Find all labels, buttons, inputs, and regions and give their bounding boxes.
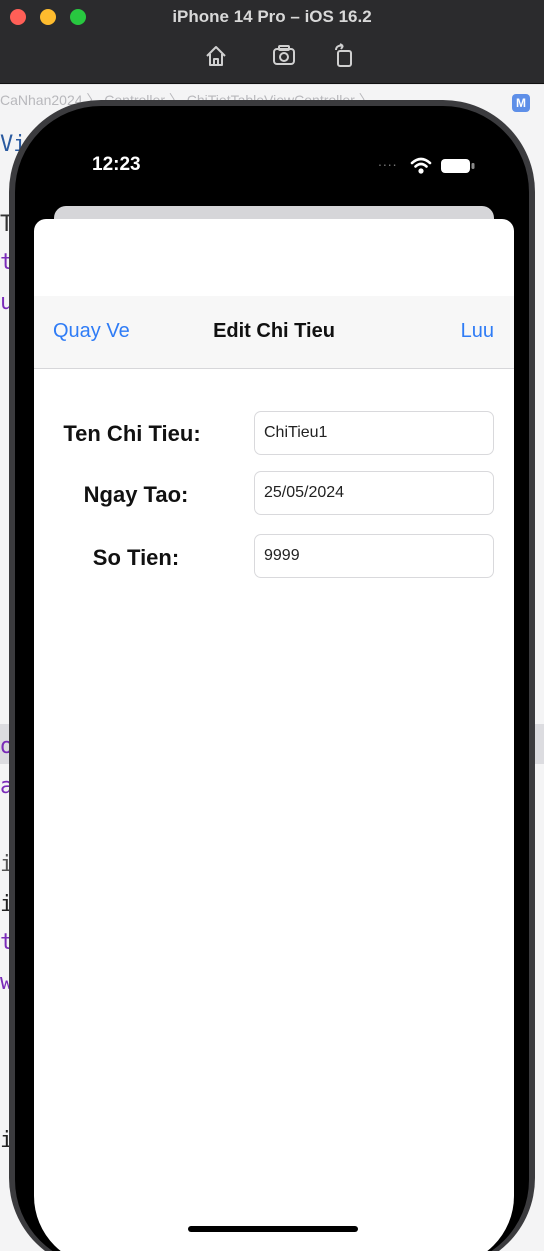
edit-sheet: Quay Ve Edit Chi Tieu Luu Ten Chi Tieu: …	[34, 219, 514, 1251]
simulator-titlebar: iPhone 14 Pro – iOS 16.2	[0, 0, 544, 84]
date-label: Ngay Tao:	[83, 482, 189, 507]
save-button[interactable]: Luu	[461, 320, 494, 343]
home-icon[interactable]	[202, 42, 230, 70]
rotate-icon[interactable]	[330, 42, 358, 70]
name-label: Ten Chi Tieu:	[63, 421, 201, 446]
amount-label: So Tien:	[92, 545, 180, 570]
simulator-screen: iPhone 14 Pro – iOS 16.2 CaNhan2024 〉 Co…	[0, 0, 544, 1251]
page-title: Edit Chi Tieu	[213, 320, 335, 342]
status-icons: ....	[378, 153, 478, 177]
simulator-toolbar	[0, 42, 544, 72]
name-field[interactable]: ChiTieu1	[254, 411, 494, 455]
navigation-bar: Quay Ve Edit Chi Tieu Luu	[34, 296, 514, 369]
file-badge: M	[512, 94, 530, 112]
amount-field[interactable]: 9999	[254, 534, 494, 578]
date-field[interactable]: 25/05/2024	[254, 471, 494, 515]
wifi-icon	[410, 157, 432, 174]
signal-icon: ....	[378, 153, 398, 169]
screenshot-icon[interactable]	[270, 42, 298, 70]
home-indicator[interactable]	[188, 1226, 358, 1232]
window-title: iPhone 14 Pro – iOS 16.2	[172, 7, 372, 26]
battery-icon	[441, 159, 475, 173]
status-time: 12:23	[92, 154, 141, 175]
